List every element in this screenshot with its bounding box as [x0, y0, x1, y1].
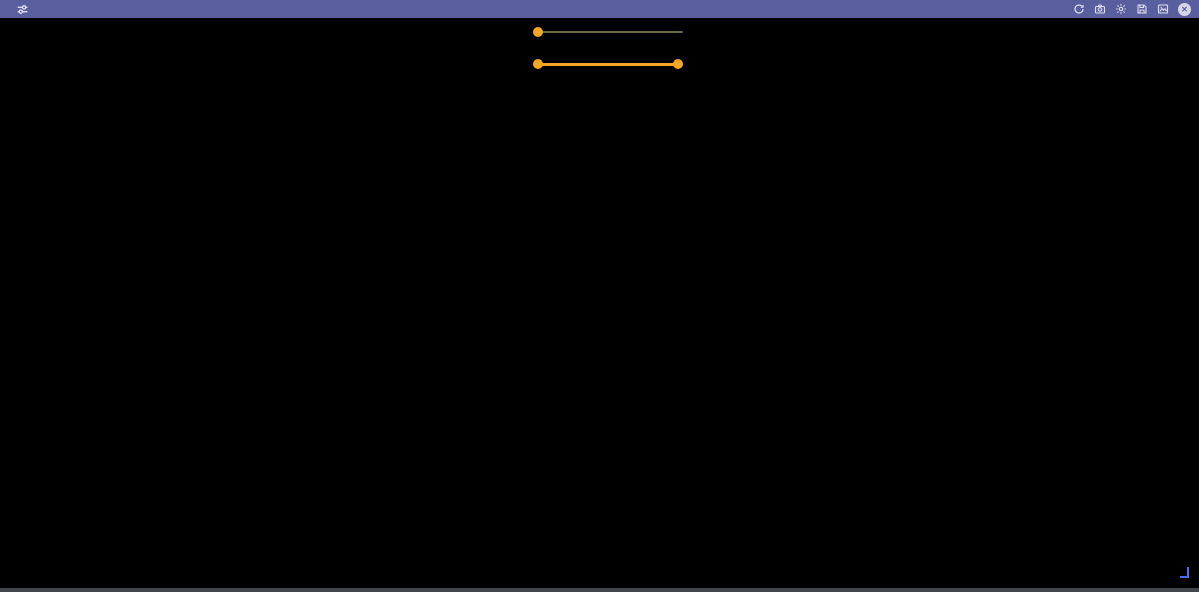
- oi-vol-slider-handle-max[interactable]: [673, 59, 683, 69]
- oi-vol-slider-handle-min[interactable]: [533, 59, 543, 69]
- granularity-slider-track[interactable]: [537, 31, 683, 33]
- window-bottom-edge: [0, 588, 1199, 592]
- granularity-control: [373, 26, 683, 38]
- site-link[interactable]: [1178, 567, 1189, 579]
- save-icon[interactable]: [1136, 3, 1148, 15]
- liquidation-chart-canvas[interactable]: [0, 0, 1199, 592]
- screenshot-icon[interactable]: [1094, 3, 1106, 15]
- filter-sliders-icon[interactable]: [16, 3, 29, 16]
- refresh-icon[interactable]: [1073, 3, 1085, 15]
- resize-corner-icon: [1180, 567, 1189, 578]
- close-icon[interactable]: ✕: [1178, 2, 1191, 16]
- oi-vol-control: [373, 58, 683, 70]
- oi-vol-slider-track[interactable]: [537, 62, 678, 66]
- oi-vol-slider[interactable]: [533, 58, 683, 70]
- window-titlebar: ✕: [0, 0, 1199, 18]
- export-image-icon[interactable]: [1157, 3, 1169, 15]
- granularity-slider[interactable]: [533, 26, 683, 38]
- granularity-slider-handle[interactable]: [533, 27, 543, 37]
- settings-icon[interactable]: [1115, 3, 1127, 15]
- liquidation-levels-app: ✕: [0, 0, 1199, 592]
